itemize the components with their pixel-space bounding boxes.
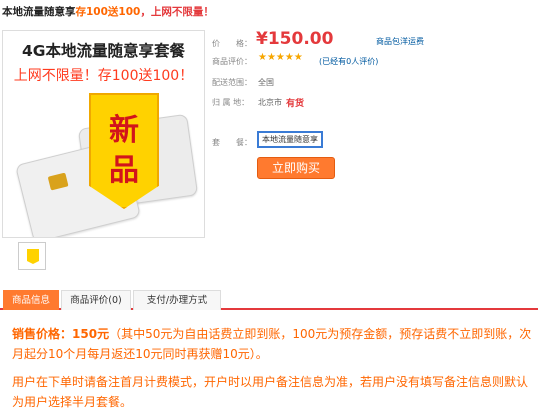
price-value: ¥150.00 <box>256 29 334 49</box>
title-part-highlight: ，上网不限量！ <box>140 6 214 18</box>
rating-label: 商品评价： <box>212 57 252 66</box>
sales-price-label: 销售价格： <box>12 327 73 341</box>
image-subtitle: 上网不限量！存100送100！ <box>13 68 194 84</box>
detail-tab-bar: 商品信息 商品评价(0) 支付/办理方式 <box>0 290 538 310</box>
shipping-note-link[interactable]: 商品包洋运费 <box>376 36 424 47</box>
new-product-badge: 新 品 <box>89 93 159 209</box>
billing-note: 用户在下单时请备注首月计费模式，开户时以用户备注信息为准，若用户没有填写备注信息… <box>12 375 529 409</box>
title-part-promo: 存100送100 <box>75 6 141 18</box>
title-part-main: 本地流量随意享 <box>2 6 76 18</box>
delivery-value: 全国 <box>258 78 274 87</box>
stock-status: 有货 <box>286 99 305 109</box>
plan-label: 套 餐： <box>212 138 252 147</box>
badge-char-product: 品 <box>109 153 139 188</box>
price-label: 价 格： <box>212 39 252 48</box>
tab-product-info[interactable]: 商品信息 <box>3 290 59 310</box>
badge-char-new: 新 <box>109 113 139 148</box>
product-main-image: 4G本地流量随意享套餐 上网不限量！存100送100！ 新 品 <box>2 30 205 238</box>
location-value: 北京市 <box>258 98 282 107</box>
location-label: 归 属 地： <box>212 98 250 107</box>
tab-reviews[interactable]: 商品评价(0) <box>61 290 131 310</box>
buy-now-button[interactable]: 立即购买 <box>257 157 335 179</box>
rating-count-link[interactable]: (已经有0人评价) <box>319 56 378 67</box>
plan-option-selected[interactable]: 本地流量随意享 <box>257 131 323 148</box>
rating-stars-icon: ★★★★★ <box>258 52 303 63</box>
thumbnail-badge-icon <box>27 249 39 264</box>
sim-chip-icon <box>47 172 69 191</box>
product-title: 本地流量随意享存100送100，上网不限量！ <box>2 4 214 19</box>
product-thumbnail[interactable] <box>18 242 46 270</box>
delivery-label: 配送范围： <box>212 78 252 87</box>
image-title: 4G本地流量随意享套餐 <box>21 42 185 60</box>
sales-price-value: 150元 <box>72 327 110 341</box>
sales-price-description: 销售价格：150元（其中50元为自由话费立即到账，100元为预存金额，预存话费不… <box>12 324 532 364</box>
tab-payment[interactable]: 支付/办理方式 <box>133 290 221 310</box>
